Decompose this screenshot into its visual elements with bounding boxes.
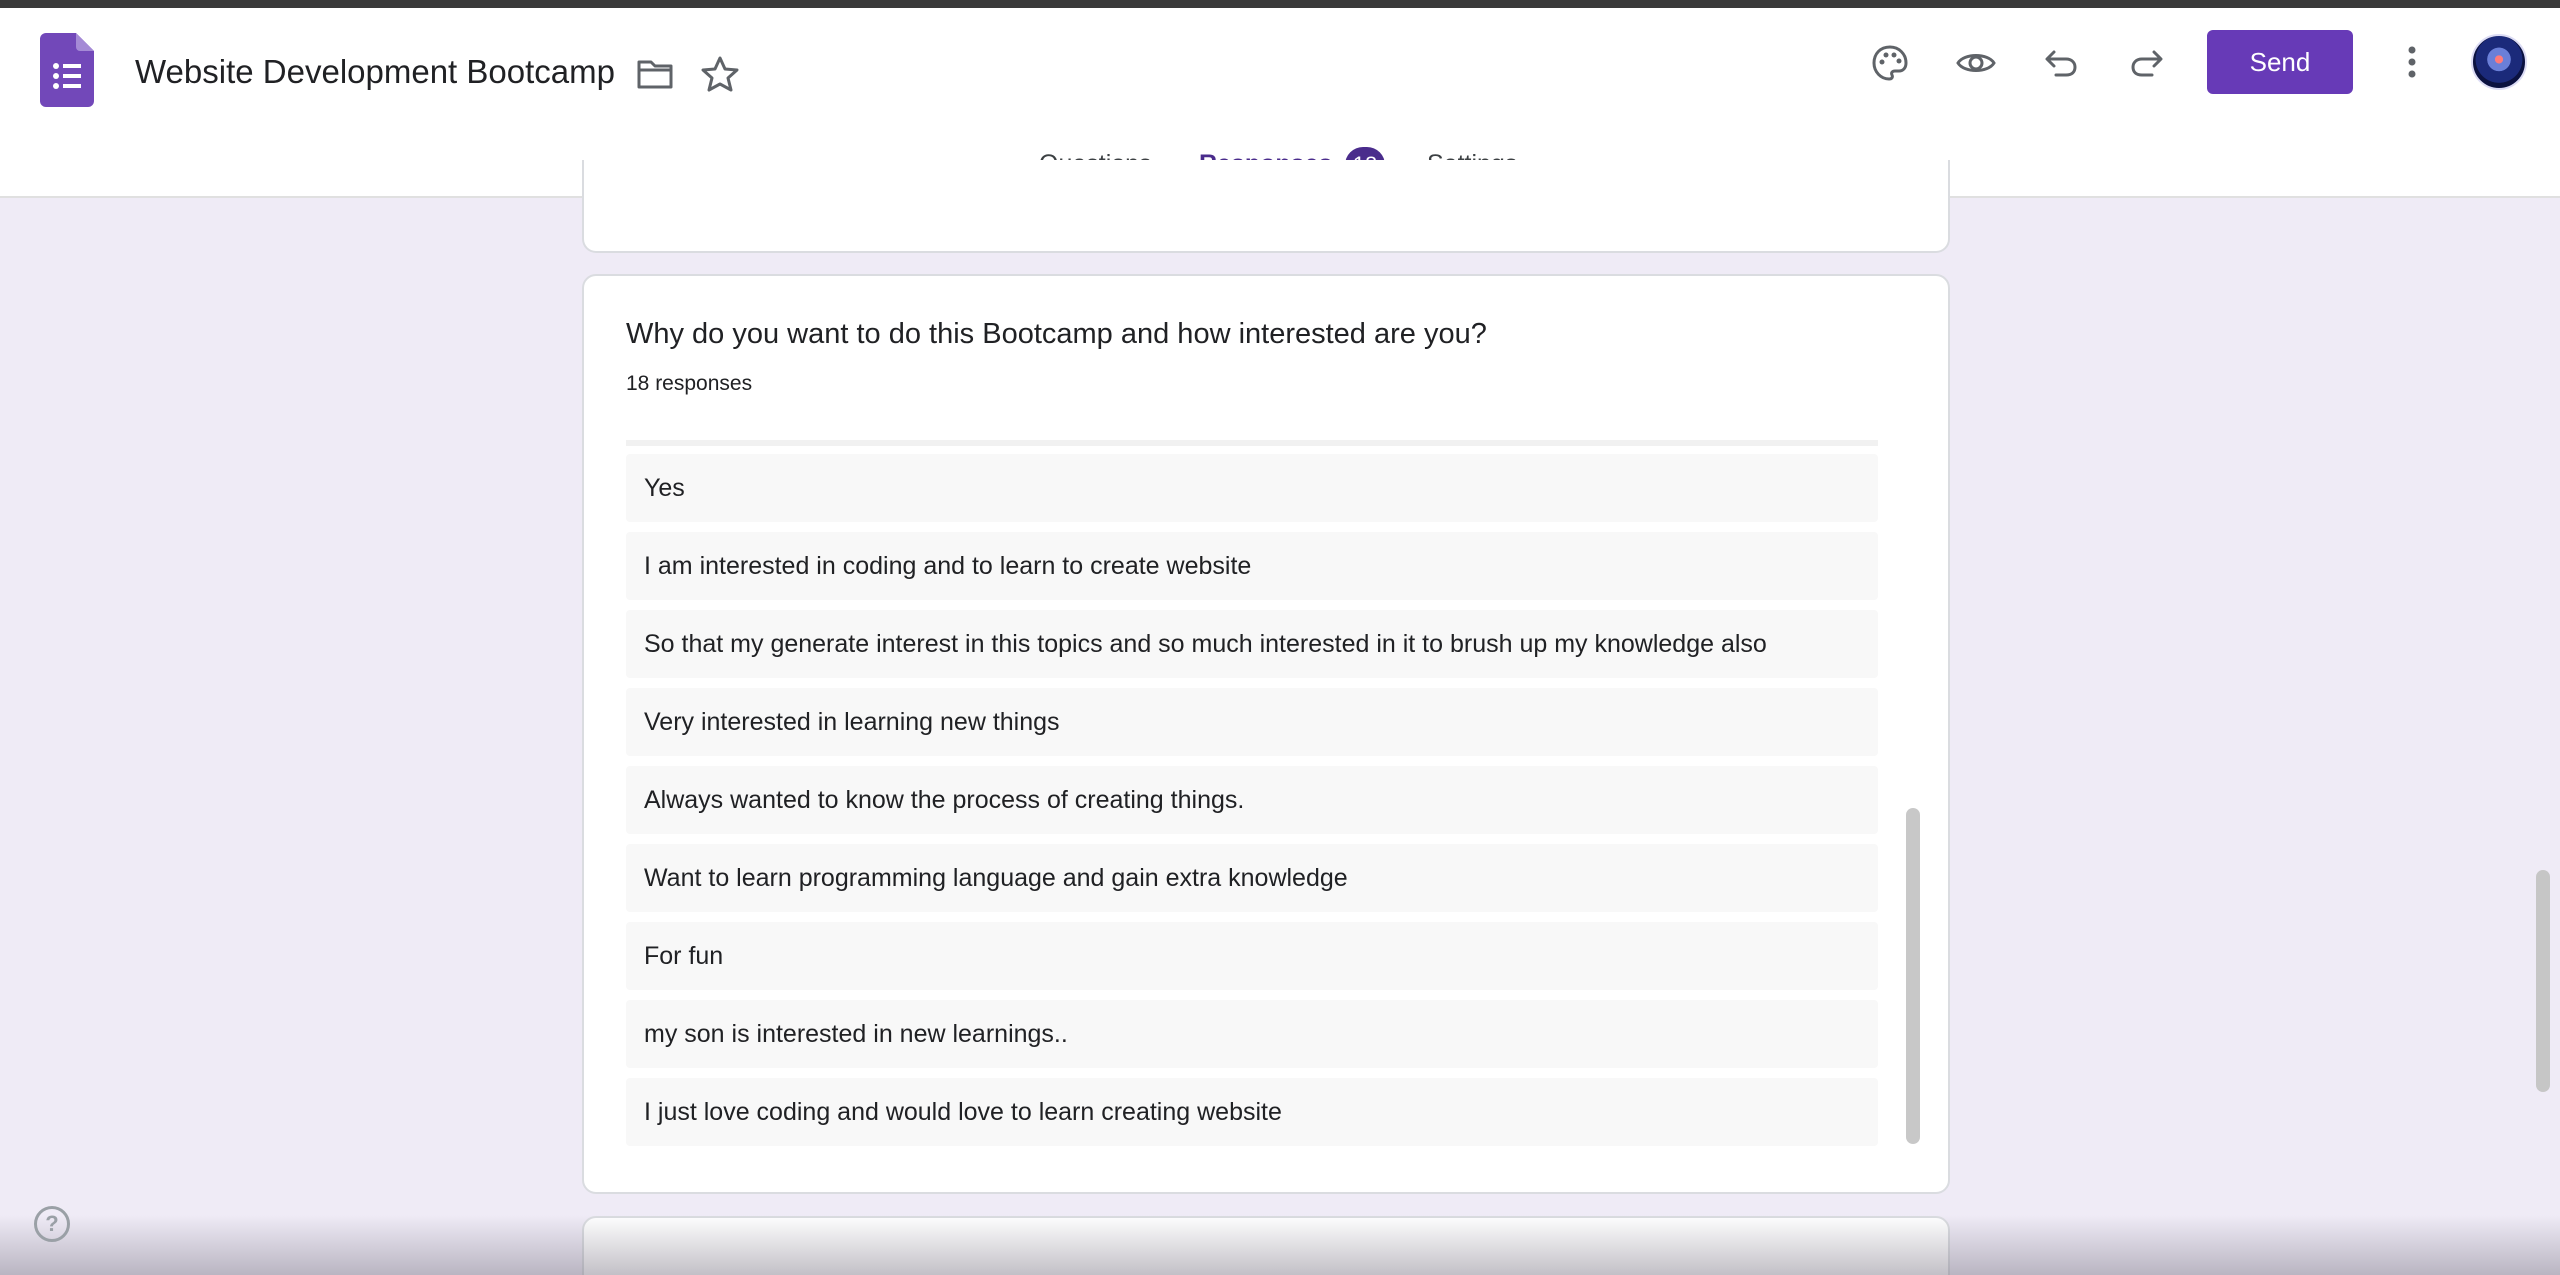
list-item: I just love coding and would love to lea… xyxy=(626,1078,1878,1146)
list-item: I am interested in coding and to learn t… xyxy=(626,532,1878,600)
send-button[interactable]: Send xyxy=(2207,30,2353,94)
avatar[interactable] xyxy=(2471,34,2527,90)
list-scroll-edge xyxy=(626,440,1878,446)
list-item: For fun xyxy=(626,922,1878,990)
list-item: Yes xyxy=(626,454,1878,522)
forms-logo-icon[interactable] xyxy=(40,33,94,107)
document-title[interactable]: Website Development Bootcamp xyxy=(135,53,615,91)
undo-icon[interactable] xyxy=(2044,48,2078,78)
folder-icon[interactable] xyxy=(636,58,674,90)
response-count: 18 responses xyxy=(626,372,753,395)
previous-question-card xyxy=(582,160,1950,253)
redo-icon[interactable] xyxy=(2130,48,2164,78)
list-item: So that my generate interest in this top… xyxy=(626,610,1878,678)
preview-eye-icon[interactable] xyxy=(1956,50,1996,76)
window-top-strip xyxy=(0,0,2560,8)
question-summary-card: Why do you want to do this Bootcamp and … xyxy=(582,274,1950,1194)
list-item: Want to learn programming language and g… xyxy=(626,844,1878,912)
star-icon[interactable] xyxy=(701,56,739,92)
answers-list[interactable]: Yes I am interested in coding and to lea… xyxy=(626,440,1878,1148)
bottom-shadow xyxy=(0,1215,2560,1275)
more-vert-icon[interactable] xyxy=(2404,44,2420,80)
answers-scrollbar[interactable] xyxy=(1906,808,1920,1144)
page-scrollbar[interactable] xyxy=(2536,870,2550,1092)
list-item: my son is interested in new learnings.. xyxy=(626,1000,1878,1068)
list-item: Always wanted to know the process of cre… xyxy=(626,766,1878,834)
list-item: Very interested in learning new things xyxy=(626,688,1878,756)
palette-icon[interactable] xyxy=(1871,44,1909,82)
question-title: Why do you want to do this Bootcamp and … xyxy=(626,318,1487,350)
help-icon[interactable]: ? xyxy=(34,1206,70,1242)
